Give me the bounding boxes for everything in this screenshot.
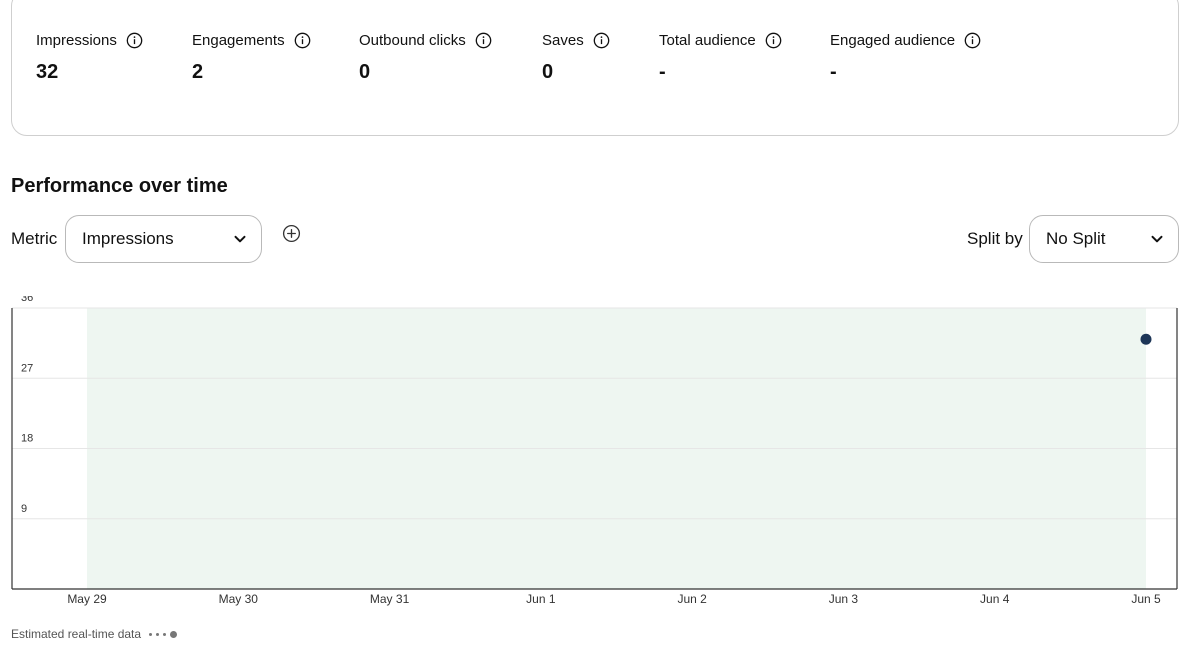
metric-impressions: Impressions 32 xyxy=(36,31,143,84)
y-tick-label: 36 xyxy=(21,296,33,304)
metric-dropdown-value: Impressions xyxy=(82,229,174,248)
metric-outbound-clicks: Outbound clicks 0 xyxy=(359,31,492,84)
chevron-down-icon xyxy=(1151,235,1163,243)
metric-engaged-audience: Engaged audience - xyxy=(830,31,981,84)
y-tick-label: 9 xyxy=(21,503,27,515)
metric-saves: Saves 0 xyxy=(542,31,610,84)
x-tick-label: Jun 4 xyxy=(980,592,1010,606)
metric-value: - xyxy=(830,61,837,83)
info-icon[interactable] xyxy=(765,32,782,49)
metric-selector-label: Metric xyxy=(11,229,58,248)
realtime-data-note: Estimated real-time data xyxy=(11,627,178,641)
metrics-summary-card: Impressions 32 Engagements 2 Outbound cl… xyxy=(11,0,1179,136)
x-tick-label: May 31 xyxy=(370,592,410,606)
x-tick-label: Jun 3 xyxy=(829,592,859,606)
metric-value: 32 xyxy=(36,61,59,83)
y-tick-label: 18 xyxy=(21,433,33,445)
metric-dropdown[interactable]: Impressions xyxy=(65,215,262,263)
x-tick-label: May 30 xyxy=(219,592,259,606)
metric-value: 0 xyxy=(359,61,371,83)
metric-value: 2 xyxy=(192,61,204,83)
performance-chart: 9 18 27 36 May 29 May 30 May 31 Jun 1 Jun 2 Jun … xyxy=(11,296,1178,606)
info-icon[interactable] xyxy=(964,32,981,49)
x-tick-label: Jun 2 xyxy=(677,592,707,606)
metric-value: 0 xyxy=(542,61,554,83)
info-icon[interactable] xyxy=(294,32,311,49)
metric-label: Outbound clicks xyxy=(359,31,466,49)
split-by-dropdown[interactable]: No Split xyxy=(1029,215,1179,263)
split-by-dropdown-value: No Split xyxy=(1046,229,1106,248)
x-tick-label: May 29 xyxy=(67,592,107,606)
metric-engagements: Engagements 2 xyxy=(192,31,311,84)
info-icon[interactable] xyxy=(475,32,492,49)
info-icon[interactable] xyxy=(593,32,610,49)
y-tick-label: 27 xyxy=(21,362,33,374)
x-tick-label: Jun 1 xyxy=(526,592,556,606)
metric-value: - xyxy=(659,61,666,83)
chevron-down-icon xyxy=(234,235,246,243)
x-tick-label: Jun 5 xyxy=(1131,592,1161,606)
plus-circle-icon[interactable] xyxy=(282,224,301,243)
loading-dots-icon xyxy=(149,630,178,638)
realtime-note-text: Estimated real-time data xyxy=(11,627,142,641)
metric-label: Impressions xyxy=(36,31,117,49)
metric-label: Engagements xyxy=(192,31,285,49)
split-by-label: Split by xyxy=(967,229,1023,248)
metric-label: Saves xyxy=(542,31,584,49)
section-title: Performance over time xyxy=(11,175,228,197)
metric-label: Total audience xyxy=(659,31,756,49)
data-point xyxy=(1140,333,1152,345)
metric-total-audience: Total audience - xyxy=(659,31,782,84)
info-icon[interactable] xyxy=(126,32,143,49)
metric-label: Engaged audience xyxy=(830,31,956,49)
